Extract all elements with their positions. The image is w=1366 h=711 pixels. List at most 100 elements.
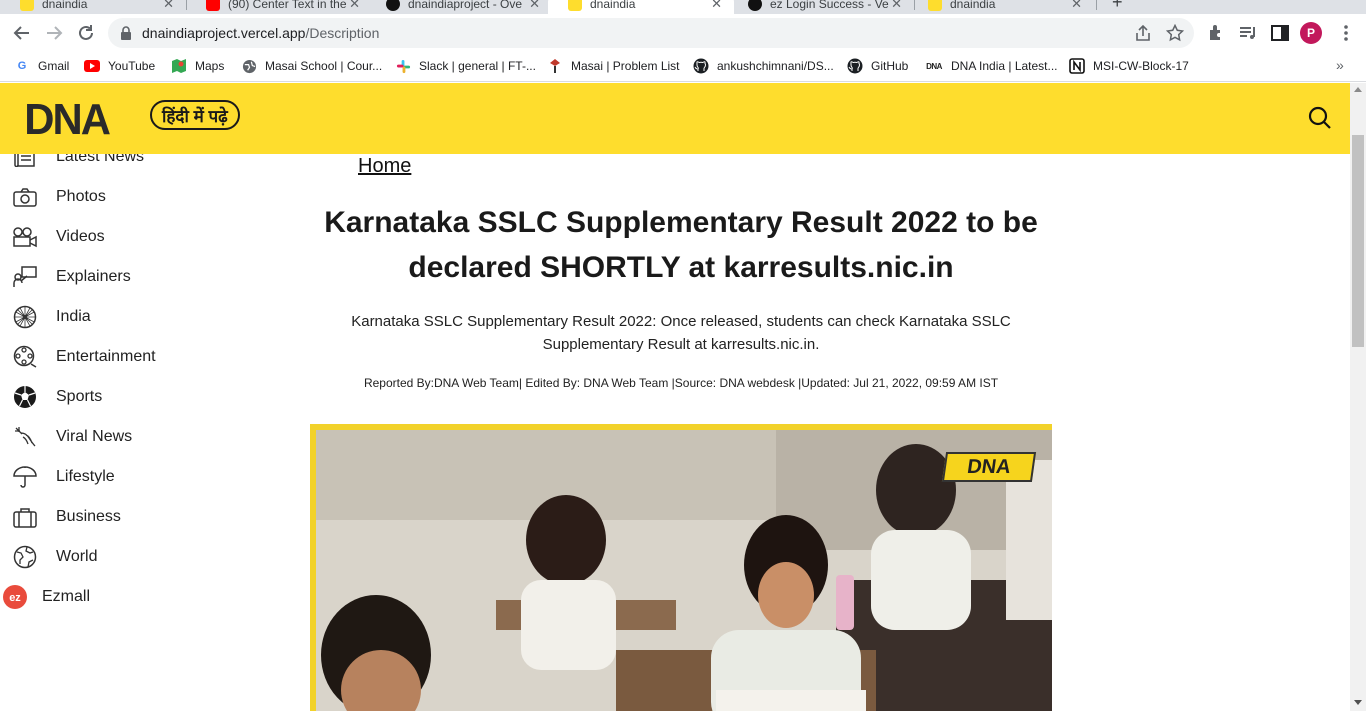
close-tab-icon[interactable]: ✕: [1071, 0, 1082, 12]
sidebar-item-label: Photos: [56, 188, 106, 205]
bookmark-github[interactable]: GitHub: [847, 58, 908, 74]
sidebar-item-world[interactable]: World: [12, 544, 98, 570]
close-tab-icon[interactable]: ✕: [163, 0, 174, 12]
ashoka-chakra-icon: [12, 304, 38, 330]
lock-icon: [121, 26, 131, 40]
bookmark-maps[interactable]: Maps: [171, 58, 224, 74]
presenter-icon: [12, 264, 38, 290]
media-control-icon[interactable]: [1238, 23, 1258, 43]
reload-button[interactable]: [74, 21, 98, 45]
close-tab-icon[interactable]: ✕: [349, 0, 360, 12]
browser-tab-active[interactable]: dnaindia ✕: [548, 0, 734, 14]
sidebar-item-india[interactable]: India: [12, 304, 91, 330]
breadcrumb-home-link[interactable]: Home: [358, 155, 411, 178]
kebab-menu-icon[interactable]: [1336, 23, 1356, 43]
dna-favicon-icon: [928, 0, 942, 11]
close-tab-icon[interactable]: ✕: [529, 0, 540, 12]
tab-title: (90) Center Text in the: [228, 0, 347, 11]
address-bar[interactable]: dnaindiaproject.vercel.app/Description: [108, 18, 1194, 48]
category-sidebar: Latest News Photos Videos Explainers Ind…: [0, 147, 220, 711]
bookmark-ankushchimnani[interactable]: ankushchimnani/DS...: [693, 58, 834, 74]
sidebar-item-label: Viral News: [56, 428, 133, 445]
dna-logo[interactable]: DNA: [24, 95, 111, 145]
sidebar-item-viral-news[interactable]: Viral News: [12, 424, 132, 450]
sidebar-item-videos[interactable]: Videos: [12, 224, 105, 250]
forward-button[interactable]: [42, 21, 66, 45]
bookmark-label: Maps: [195, 59, 225, 73]
sidebar-item-photos[interactable]: Photos: [12, 184, 106, 210]
masai-icon: [547, 58, 563, 74]
google-icon: G: [17, 60, 27, 72]
briefcase-icon: [12, 504, 38, 530]
sidebar-item-sports[interactable]: Sports: [12, 384, 102, 410]
bookmark-label: ankushchimnani/DS...: [717, 59, 834, 73]
browser-tab[interactable]: dnaindia ✕: [0, 0, 186, 14]
sidebar-item-label: Sports: [56, 388, 103, 405]
browser-tab-strip: dnaindia ✕ (90) Center Text in the ✕ dna…: [0, 0, 1366, 14]
url-host: dnaindiaproject.vercel.app: [142, 25, 306, 41]
bookmark-star-icon[interactable]: [1166, 24, 1184, 42]
article-title: Karnataka SSLC Supplementary Result 2022…: [324, 206, 1038, 284]
sidebar-item-label: Business: [56, 508, 121, 525]
tab-title: dnaindia: [950, 0, 996, 11]
sidebar-item-label: World: [56, 548, 98, 565]
profile-avatar[interactable]: P: [1300, 22, 1322, 44]
sidebar-item-label: India: [56, 308, 91, 325]
article-hero-image: DNA: [310, 424, 1052, 711]
sidebar-item-label: Lifestyle: [56, 468, 115, 485]
bookmark-gmail[interactable]: G Gmail: [14, 58, 70, 74]
sidebar-item-ezmall[interactable]: ez Ezmall: [2, 584, 90, 610]
page-scrollbar[interactable]: [1350, 83, 1366, 711]
browser-tab[interactable]: dnaindiaproject - Ove ✕: [366, 0, 552, 14]
bookmark-label: YouTube: [108, 59, 156, 73]
browser-tab[interactable]: ez Login Success - Ve ✕: [728, 0, 914, 14]
bookmark-dna-india[interactable]: DNA DNA India | Latest...: [925, 58, 1057, 74]
new-tab-icon[interactable]: +: [1112, 0, 1123, 13]
bookmark-msi-cw[interactable]: MSI-CW-Block-17: [1069, 58, 1189, 74]
globe-icon: [12, 544, 38, 570]
vercel-favicon-icon: [748, 0, 762, 11]
extensions-puzzle-icon[interactable]: [1206, 23, 1226, 43]
bookmark-label: MSI-CW-Block-17: [1093, 59, 1189, 73]
arrow-left-icon: [13, 26, 29, 40]
github-icon: [693, 58, 709, 74]
sidebar-item-business[interactable]: Business: [12, 504, 121, 530]
share-icon[interactable]: [1134, 24, 1152, 42]
github-icon: [847, 58, 863, 74]
url-text: dnaindiaproject.vercel.app/Description: [142, 25, 379, 41]
hindi-language-button[interactable]: हिंदी में पढ़े: [150, 100, 240, 130]
close-tab-icon[interactable]: ✕: [711, 0, 722, 12]
tab-title: ez Login Success - Ve: [770, 0, 889, 11]
scroll-up-arrow-icon[interactable]: [1354, 87, 1362, 92]
bookmark-masai-problem-list[interactable]: Masai | Problem List: [547, 58, 680, 74]
scrollbar-thumb[interactable]: [1352, 135, 1364, 347]
search-icon[interactable]: [1308, 106, 1332, 130]
bookmark-slack[interactable]: Slack | general | FT-...: [395, 58, 536, 74]
bookmark-masai-school[interactable]: Masai School | Cour...: [241, 58, 382, 74]
bookmarks-bar: G Gmail YouTube Maps Masai School | Cour…: [0, 52, 1366, 82]
tab-title: dnaindiaproject - Ove: [408, 0, 523, 11]
close-tab-icon[interactable]: ✕: [891, 0, 902, 12]
back-button[interactable]: [10, 21, 34, 45]
bookmark-youtube[interactable]: YouTube: [84, 58, 155, 74]
site-header: DNA हिंदी में पढ़े: [0, 83, 1350, 154]
browser-tab[interactable]: (90) Center Text in the ✕: [186, 0, 372, 14]
tab-title: dnaindia: [42, 0, 88, 11]
browser-toolbar: dnaindiaproject.vercel.app/Description P: [0, 14, 1366, 52]
web-page: DNA हिंदी में पढ़े Latest News Photos Vi…: [0, 83, 1366, 711]
exam-hall-photo: [316, 430, 1052, 711]
sidebar-item-entertainment[interactable]: Entertainment: [12, 344, 156, 370]
article-byline: Reported By:DNA Web Team| Edited By: DNA…: [363, 376, 999, 390]
article-summary: Karnataka SSLC Supplementary Result 2022…: [351, 313, 1011, 353]
youtube-favicon-icon: [206, 0, 220, 11]
dna-favicon-icon: [20, 0, 34, 11]
viral-icon: [12, 424, 38, 450]
sidebar-item-explainers[interactable]: Explainers: [12, 264, 131, 290]
browser-tab[interactable]: dnaindia ✕: [908, 0, 1094, 14]
slack-icon: [395, 58, 411, 74]
film-reel-icon: [12, 344, 38, 370]
more-bookmarks-icon[interactable]: »: [1336, 57, 1344, 73]
scroll-down-arrow-icon[interactable]: [1354, 700, 1362, 705]
side-panel-icon[interactable]: [1270, 23, 1290, 43]
sidebar-item-lifestyle[interactable]: Lifestyle: [12, 464, 115, 490]
